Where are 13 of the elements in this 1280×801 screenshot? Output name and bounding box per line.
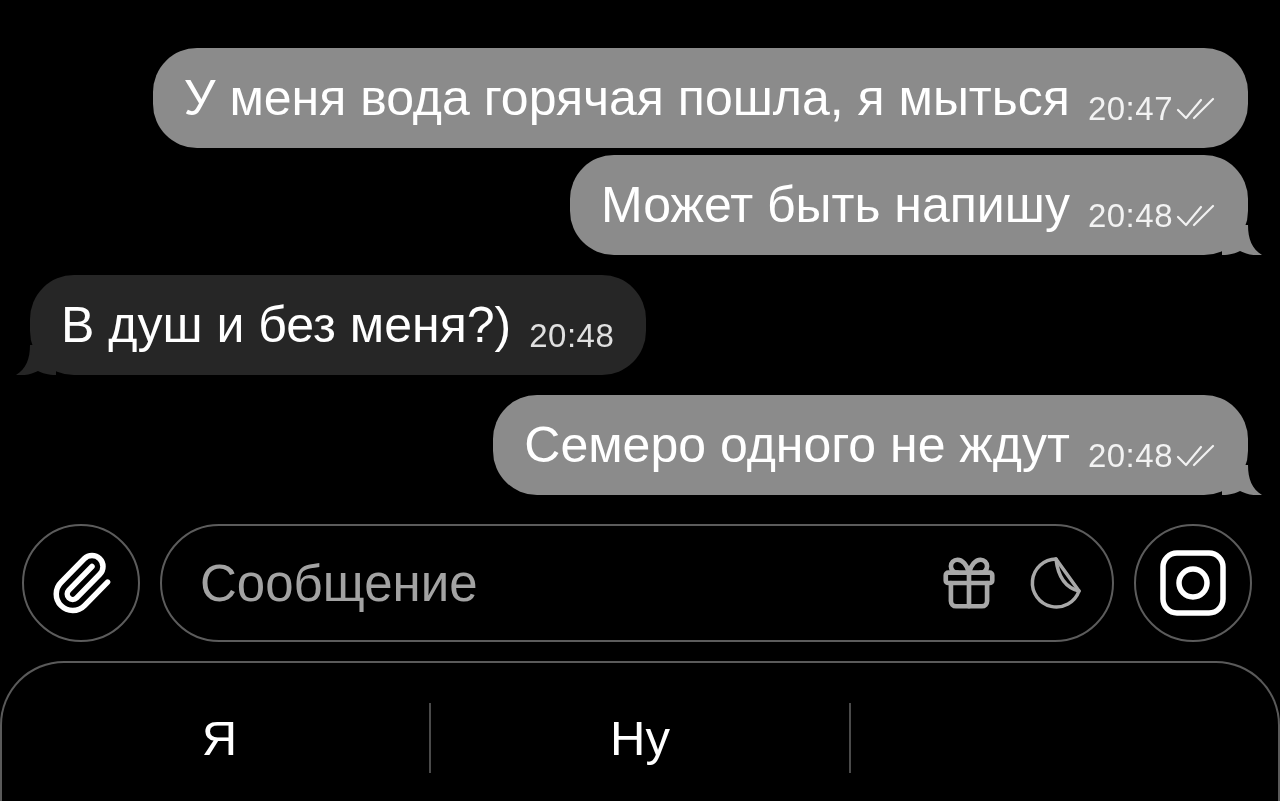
- message-text: В душ и без меня?): [61, 297, 512, 353]
- composer-bar[interactable]: Сообщение: [160, 524, 1114, 642]
- message-time: 20:48: [1087, 439, 1173, 473]
- message-text: Семеро одного не ждут: [524, 417, 1070, 473]
- message-input[interactable]: Сообщение: [200, 548, 912, 618]
- word-suggestion[interactable]: Я: [195, 709, 244, 767]
- message-time: 20:47: [1087, 92, 1173, 126]
- message-time: 20:48: [529, 319, 615, 353]
- camera-icon: [1160, 550, 1226, 616]
- message-text: У меня вода горячая пошла, я мыться: [183, 70, 1070, 126]
- message-text: Может быть напишу: [601, 177, 1070, 233]
- message-time: 20:48: [1087, 199, 1173, 233]
- word-suggestion[interactable]: Ну: [604, 709, 676, 767]
